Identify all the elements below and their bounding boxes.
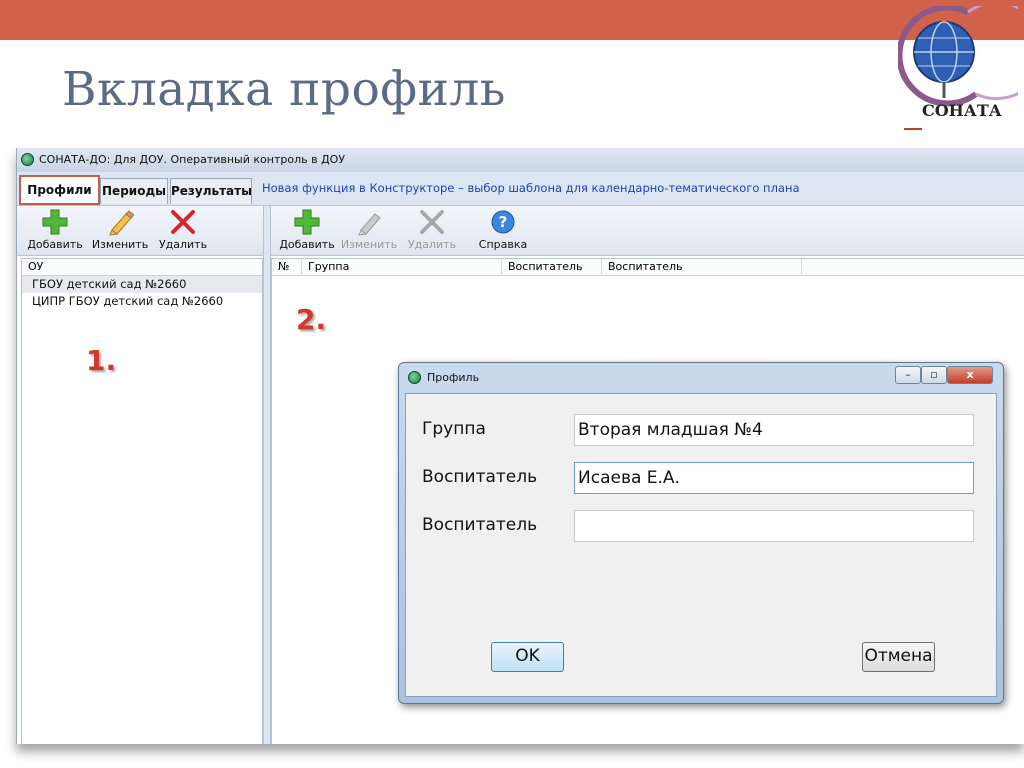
right-edit-label: Изменить xyxy=(340,238,398,251)
column-header-teacher-2[interactable]: Воспитатель xyxy=(602,259,802,276)
svg-text:?: ? xyxy=(499,213,508,231)
maximize-button[interactable]: ▫ xyxy=(921,366,947,384)
group-field[interactable]: Вторая младшая №4 xyxy=(574,414,974,446)
tab-results[interactable]: Результаты xyxy=(170,178,252,204)
right-help-button[interactable]: ? Справка xyxy=(475,208,531,254)
teacher-1-label: Воспитатель xyxy=(422,467,538,487)
list-item[interactable]: ГБОУ детский сад №2660 xyxy=(22,276,262,293)
app-titlebar: СОНАТА-ДО: Для ДОУ. Оперативный контроль… xyxy=(17,148,1024,172)
right-delete-button[interactable]: Удалить xyxy=(407,208,457,254)
left-edit-button[interactable]: Изменить xyxy=(91,208,149,254)
left-edit-label: Изменить xyxy=(91,238,149,251)
panel-splitter[interactable] xyxy=(263,206,271,744)
logo-underline xyxy=(904,128,922,130)
grid-header: № Группа Воспитатель Воспитатель xyxy=(272,259,1024,276)
dialog-app-icon xyxy=(408,371,421,384)
pencil-icon xyxy=(109,210,134,236)
left-toolbar: Добавить Изменить Удалить xyxy=(17,206,263,256)
left-add-button[interactable]: Добавить xyxy=(27,208,83,254)
column-header-teacher-1[interactable]: Воспитатель xyxy=(502,259,602,276)
right-add-button[interactable]: Добавить xyxy=(279,208,335,254)
logo-text: СОНАТА xyxy=(922,101,1002,120)
minimize-button[interactable]: – xyxy=(895,366,921,384)
right-delete-label: Удалить xyxy=(407,238,457,251)
tab-periods[interactable]: Периоды xyxy=(100,178,168,204)
group-label: Группа xyxy=(422,419,486,439)
column-header-number[interactable]: № xyxy=(272,259,302,276)
teacher-2-label: Воспитатель xyxy=(422,515,538,535)
list-header[interactable]: ОУ xyxy=(22,259,262,276)
teacher-2-field[interactable] xyxy=(574,510,974,542)
left-add-label: Добавить xyxy=(27,238,83,251)
ok-button[interactable]: OK xyxy=(491,642,564,672)
teacher-1-field[interactable]: Исаева Е.А. xyxy=(574,462,974,494)
profile-dialog: Профиль – ▫ x Группа Вторая младшая №4 В… xyxy=(398,362,1004,704)
institution-list: ОУ ГБОУ детский сад №2660 ЦИПР ГБОУ детс… xyxy=(21,258,263,744)
plus-icon xyxy=(294,209,320,235)
dialog-title: Профиль xyxy=(427,371,480,384)
app-icon xyxy=(21,153,34,166)
right-add-label: Добавить xyxy=(279,238,335,251)
slide-top-bar xyxy=(0,0,1024,40)
marker-two: 2. xyxy=(296,303,327,336)
plus-icon xyxy=(42,209,68,235)
delete-x-icon xyxy=(420,210,444,234)
slide-title: Вкладка профиль xyxy=(62,62,506,117)
delete-x-icon xyxy=(171,210,195,234)
help-question-icon: ? xyxy=(491,210,515,234)
list-item[interactable]: ЦИПР ГБОУ детский сад №2660 xyxy=(22,293,262,310)
marker-one: 1. xyxy=(86,344,117,377)
left-delete-label: Удалить xyxy=(158,238,208,251)
right-toolbar: Добавить Изменить Удалить ? Справка xyxy=(271,206,1024,256)
tab-profiles[interactable]: Профили xyxy=(19,175,100,205)
column-header-group[interactable]: Группа xyxy=(302,259,502,276)
close-button[interactable]: x xyxy=(947,366,993,384)
right-help-label: Справка xyxy=(478,238,528,251)
cancel-button[interactable]: Отмена xyxy=(862,642,935,672)
left-delete-button[interactable]: Удалить xyxy=(157,208,209,254)
app-title: СОНАТА-ДО: Для ДОУ. Оперативный контроль… xyxy=(39,153,346,166)
dialog-body: Группа Вторая младшая №4 Воспитатель Иса… xyxy=(405,393,997,697)
news-link[interactable]: Новая функция в Конструкторе – выбор шаб… xyxy=(262,181,800,195)
right-edit-button[interactable]: Изменить xyxy=(339,208,399,254)
pencil-icon xyxy=(358,213,381,236)
